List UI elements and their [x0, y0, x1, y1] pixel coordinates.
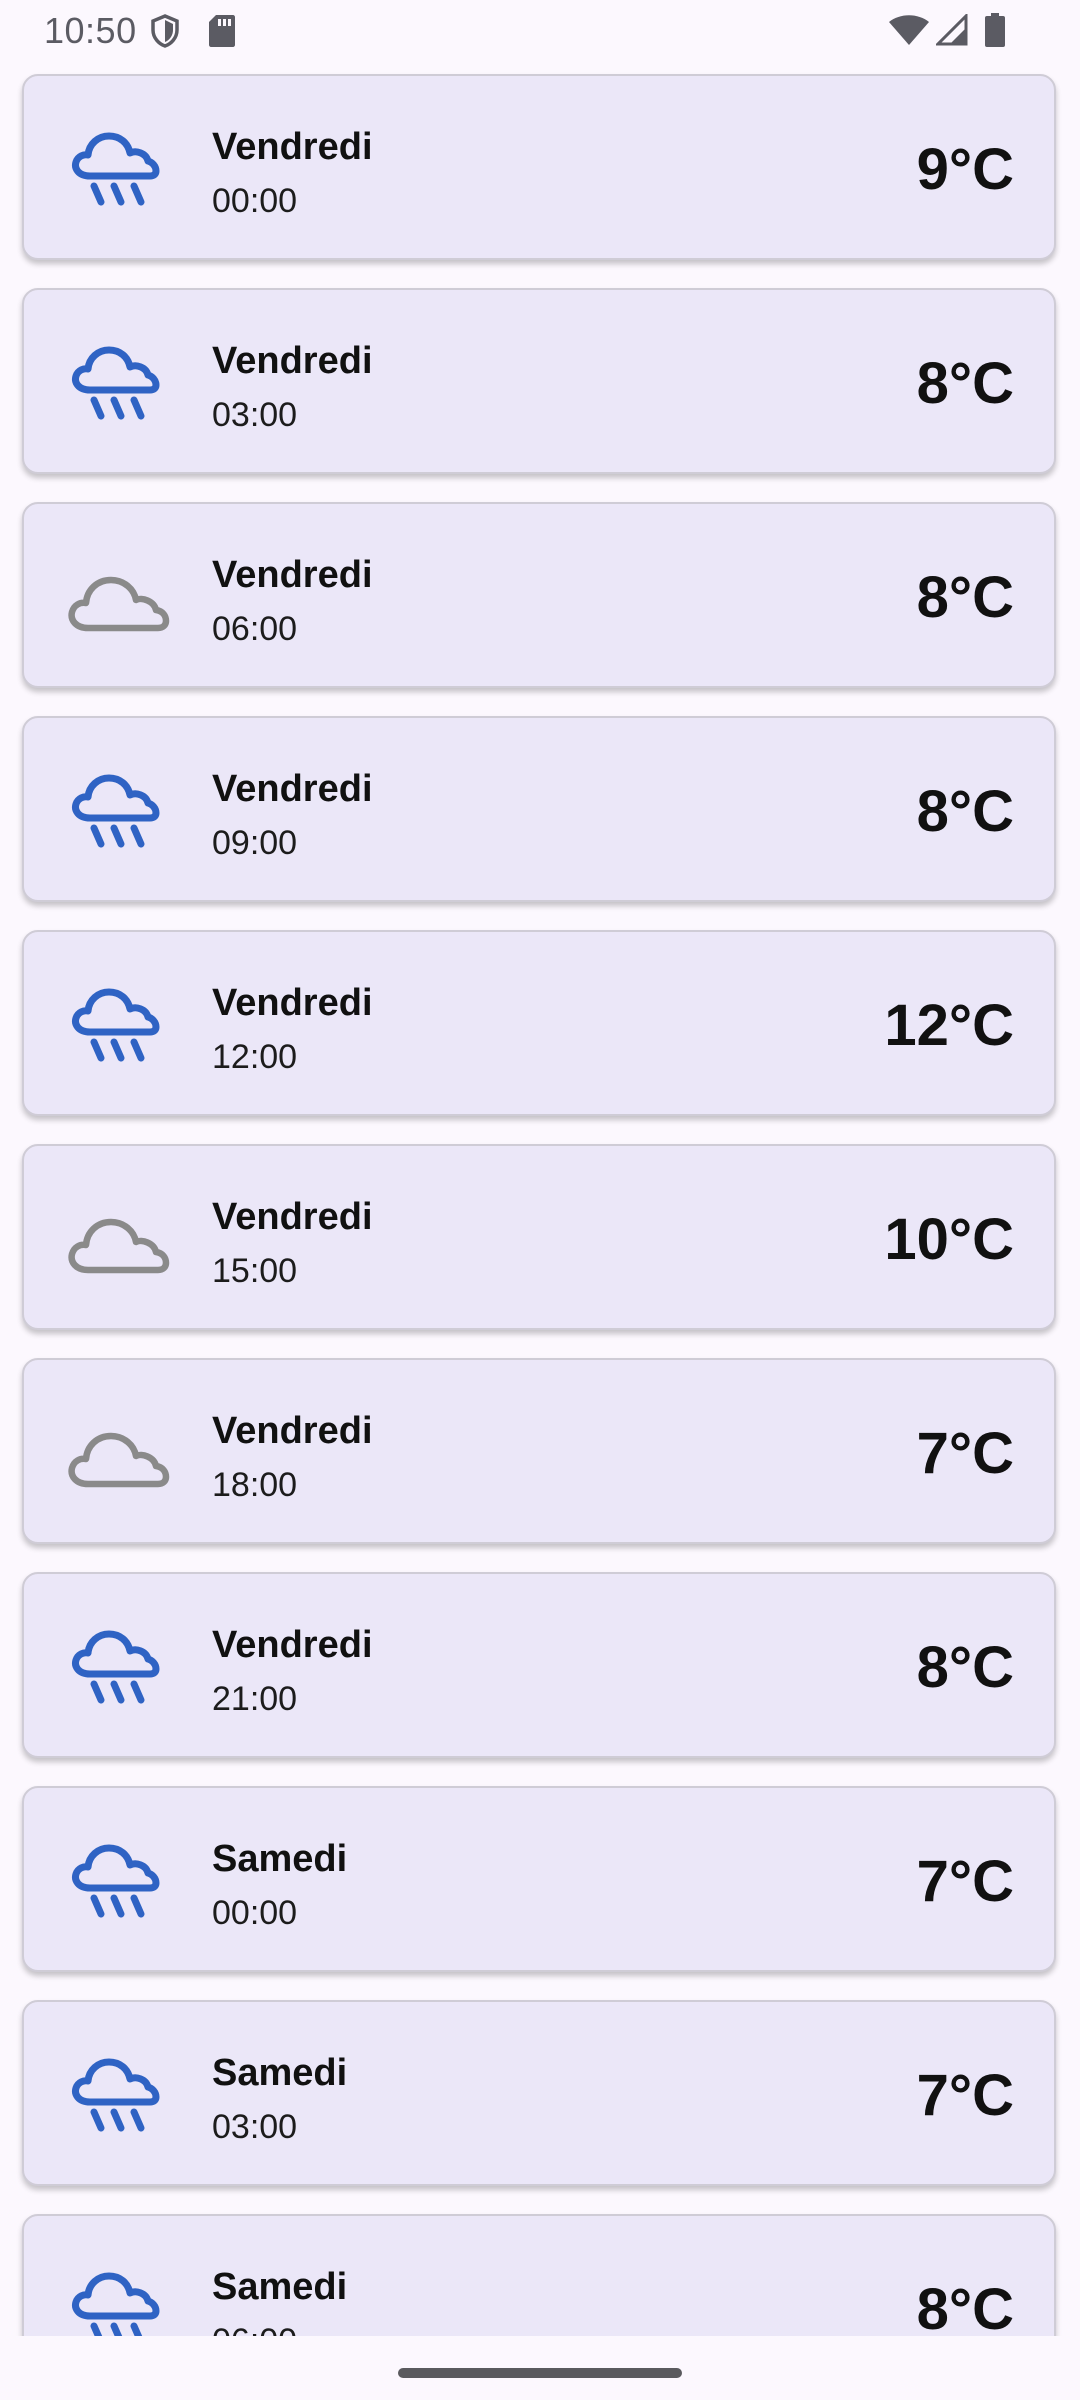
- forecast-temperature: 8°C: [916, 351, 1014, 416]
- forecast-temperature: 8°C: [916, 1635, 1014, 1700]
- forecast-card[interactable]: Vendredi 21:00 8°C: [22, 1572, 1056, 1758]
- rain-cloud-icon: [72, 988, 160, 1062]
- forecast-list[interactable]: Vendredi 00:00 9°C Vendredi 03:00 8°C Ve…: [0, 0, 1080, 2336]
- forecast-day: Vendredi: [212, 1196, 373, 1238]
- forecast-temperature: 8°C: [916, 565, 1014, 630]
- forecast-temperature: 7°C: [916, 2063, 1014, 2128]
- wifi-icon: [889, 15, 929, 45]
- rain-cloud-icon: [72, 1844, 160, 1918]
- shield-icon: [151, 14, 179, 48]
- status-time: 10:50: [44, 10, 137, 51]
- forecast-card[interactable]: Samedi 06:00 8°C: [22, 2214, 1056, 2336]
- rain-cloud-icon: [72, 346, 160, 420]
- signal-icon: [936, 14, 968, 46]
- forecast-day: Vendredi: [212, 982, 373, 1024]
- forecast-time: 00:00: [212, 1894, 298, 1932]
- forecast-card[interactable]: Vendredi 06:00 8°C: [22, 502, 1056, 688]
- forecast-day: Samedi: [212, 2052, 348, 2094]
- forecast-card[interactable]: Vendredi 00:00 9°C: [22, 74, 1056, 260]
- forecast-day: Vendredi: [212, 1624, 373, 1666]
- cloud-icon: [68, 1218, 170, 1274]
- forecast-time: 21:00: [212, 1680, 298, 1718]
- forecast-time: 06:00: [212, 2322, 297, 2336]
- rain-cloud-icon: [72, 2058, 160, 2132]
- forecast-time: 03:00: [212, 2108, 298, 2146]
- status-bar: 10:50: [0, 0, 1080, 62]
- rain-cloud-icon: [72, 1630, 160, 1704]
- cloud-icon: [68, 1432, 170, 1488]
- forecast-temperature: 10°C: [884, 1207, 1014, 1272]
- rain-cloud-icon: [72, 2272, 160, 2336]
- forecast-day: Samedi: [212, 2266, 348, 2308]
- forecast-card[interactable]: Vendredi 03:00 8°C: [22, 288, 1056, 474]
- forecast-day: Samedi: [212, 1838, 348, 1880]
- forecast-card[interactable]: Vendredi 15:00 10°C: [22, 1144, 1056, 1330]
- forecast-day: Vendredi: [212, 126, 373, 168]
- forecast-day: Vendredi: [212, 1410, 373, 1452]
- cloud-icon: [68, 576, 170, 632]
- forecast-day: Vendredi: [212, 554, 373, 596]
- forecast-temperature: 7°C: [916, 1421, 1014, 1486]
- forecast-time: 12:00: [212, 1038, 298, 1076]
- forecast-time: 06:00: [212, 610, 298, 648]
- forecast-card[interactable]: Vendredi 09:00 8°C: [22, 716, 1056, 902]
- battery-icon: [985, 13, 1005, 47]
- forecast-temperature: 8°C: [916, 779, 1014, 844]
- forecast-temperature: 9°C: [916, 137, 1014, 202]
- rain-cloud-icon: [72, 774, 160, 848]
- forecast-time: 15:00: [212, 1252, 298, 1290]
- forecast-temperature: 8°C: [916, 2277, 1014, 2336]
- forecast-time: 09:00: [212, 824, 298, 862]
- forecast-day: Vendredi: [212, 768, 373, 810]
- forecast-card[interactable]: Vendredi 18:00 7°C: [22, 1358, 1056, 1544]
- forecast-card[interactable]: Vendredi 12:00 12°C: [22, 930, 1056, 1116]
- rain-cloud-icon: [72, 132, 160, 206]
- sd-card-icon: [209, 15, 235, 47]
- forecast-day: Vendredi: [212, 340, 373, 382]
- forecast-card[interactable]: Samedi 03:00 7°C: [22, 2000, 1056, 2186]
- forecast-card[interactable]: Samedi 00:00 7°C: [22, 1786, 1056, 1972]
- forecast-time: 03:00: [212, 396, 298, 434]
- forecast-temperature: 12°C: [884, 993, 1014, 1058]
- forecast-screen: Vendredi 00:00 9°C Vendredi 03:00 8°C Ve…: [0, 0, 1080, 2400]
- forecast-time: 00:00: [212, 182, 298, 220]
- forecast-temperature: 7°C: [916, 1849, 1014, 1914]
- navigation-bar: [0, 2336, 1080, 2400]
- forecast-time: 18:00: [212, 1466, 298, 1504]
- home-gesture-handle[interactable]: [398, 2368, 682, 2378]
